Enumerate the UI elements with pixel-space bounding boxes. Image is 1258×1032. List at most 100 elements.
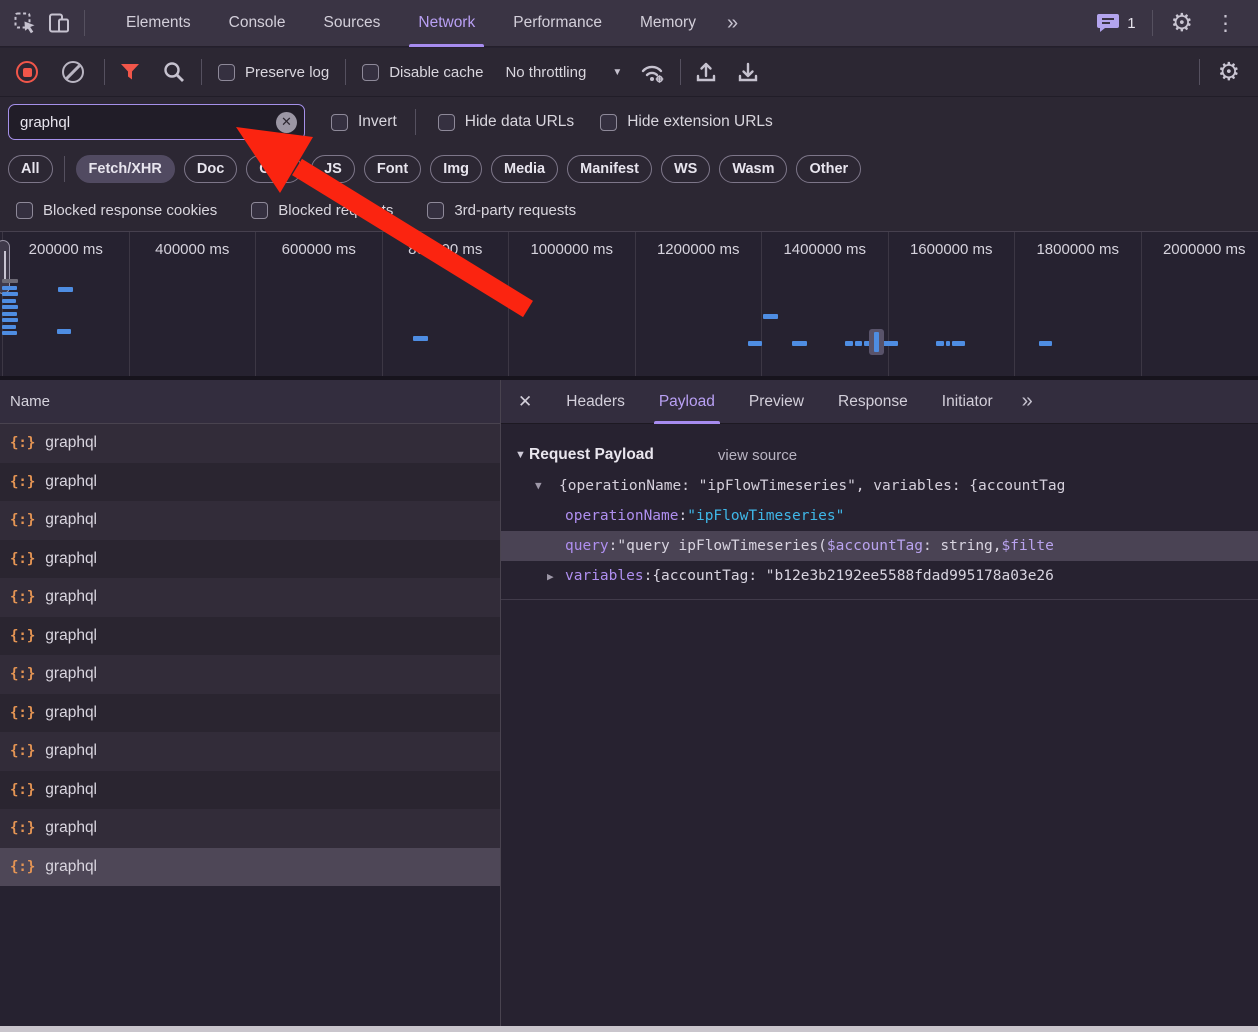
request-row[interactable]: {:}graphql: [0, 463, 500, 502]
hide-data-urls-checkbox[interactable]: [438, 114, 455, 131]
inspect-element-icon[interactable]: [8, 6, 42, 40]
details-tab-payload[interactable]: Payload: [642, 380, 732, 424]
details-tab-preview[interactable]: Preview: [732, 380, 821, 424]
network-overview-timeline[interactable]: 200000 ms400000 ms600000 ms800000 ms1000…: [0, 232, 1258, 380]
settings-gear-icon[interactable]: ⚙: [1161, 11, 1203, 36]
throttling-select[interactable]: No throttling ▼: [505, 64, 622, 81]
payload-view: ▼ Request Payload view source ▼ {operati…: [501, 424, 1258, 600]
details-tab-headers[interactable]: Headers: [549, 380, 642, 424]
payload-key: query: [565, 538, 609, 554]
type-filter-font[interactable]: Font: [364, 155, 421, 183]
view-source-link[interactable]: view source: [718, 447, 797, 464]
tab-elements[interactable]: Elements: [107, 0, 210, 47]
payload-line-variables[interactable]: ▶variables: {accountTag: "b12e3b2192ee55…: [501, 561, 1258, 591]
hide-extension-urls-checkbox[interactable]: [600, 114, 617, 131]
type-filter-all[interactable]: All: [8, 155, 53, 183]
3rd-party-requests-checkbox[interactable]: [427, 202, 444, 219]
record-network-log-button[interactable]: [16, 61, 38, 83]
request-name: graphql: [45, 742, 97, 760]
tab-memory[interactable]: Memory: [621, 0, 715, 47]
main-split: Name {:}graphql{:}graphql{:}graphql{:}gr…: [0, 380, 1258, 1026]
timeline-bar: [855, 341, 862, 346]
blocked-response-cookies-label: Blocked response cookies: [43, 202, 217, 219]
timeline-bar: [2, 318, 18, 322]
collapse-icon[interactable]: ▼: [535, 479, 559, 492]
tab-sources[interactable]: Sources: [305, 0, 400, 47]
type-filter-doc[interactable]: Doc: [184, 155, 237, 183]
details-tabs: HeadersPayloadPreviewResponseInitiator: [549, 380, 1009, 424]
type-filter-manifest[interactable]: Manifest: [567, 155, 652, 183]
issues-count: 1: [1127, 15, 1135, 32]
type-filter-img[interactable]: Img: [430, 155, 482, 183]
fetch-xhr-icon: {:}: [10, 859, 35, 875]
kebab-menu-icon[interactable]: ⋮: [1203, 11, 1248, 36]
export-har-icon[interactable]: [731, 55, 765, 89]
fetch-xhr-icon: {:}: [10, 820, 35, 836]
search-icon[interactable]: [157, 55, 191, 89]
import-har-icon[interactable]: [689, 55, 723, 89]
blocked-requests-checkbox[interactable]: [251, 202, 268, 219]
type-filter-css[interactable]: CSS: [246, 155, 302, 183]
request-row[interactable]: {:}graphql: [0, 655, 500, 694]
divider: [680, 59, 681, 85]
payload-root-summary[interactable]: ▼ {operationName: "ipFlowTimeseries", va…: [501, 470, 1258, 501]
type-filter-ws[interactable]: WS: [661, 155, 710, 183]
device-toolbar-icon[interactable]: [42, 6, 76, 40]
devtools-tabbar: ElementsConsoleSourcesNetworkPerformance…: [0, 0, 1258, 47]
request-row[interactable]: {:}graphql: [0, 848, 500, 887]
type-filter-wasm[interactable]: Wasm: [719, 155, 787, 183]
payload-key: variables: [565, 568, 644, 584]
section-collapse-icon[interactable]: ▼: [515, 449, 529, 461]
request-payload-section[interactable]: ▼ Request Payload view source: [501, 440, 1258, 470]
details-tab-initiator[interactable]: Initiator: [925, 380, 1010, 424]
timeline-bar: [2, 286, 17, 290]
fetch-xhr-icon: {:}: [10, 551, 35, 567]
network-conditions-icon[interactable]: [636, 55, 670, 89]
payload-line-query[interactable]: query: "query ipFlowTimeseries($accountT…: [501, 531, 1258, 561]
request-row[interactable]: {:}graphql: [0, 501, 500, 540]
request-row[interactable]: {:}graphql: [0, 617, 500, 656]
request-row[interactable]: {:}graphql: [0, 424, 500, 463]
request-payload-title: Request Payload: [529, 446, 654, 464]
expand-icon[interactable]: ▶: [547, 570, 565, 583]
request-row[interactable]: {:}graphql: [0, 771, 500, 810]
tab-network[interactable]: Network: [399, 0, 494, 47]
network-settings-gear-icon[interactable]: ⚙: [1208, 60, 1250, 85]
network-toolbar: Preserve log Disable cache No throttling…: [0, 48, 1258, 97]
requests-panel: Name {:}graphql{:}graphql{:}graphql{:}gr…: [0, 380, 501, 1026]
option-3rd-party-requests: 3rd-party requests: [427, 202, 580, 219]
type-filter-other[interactable]: Other: [796, 155, 861, 183]
tab-console[interactable]: Console: [210, 0, 305, 47]
timeline-grid: 200000 ms400000 ms600000 ms800000 ms1000…: [2, 232, 1258, 376]
issues-button[interactable]: 1: [1088, 12, 1143, 34]
request-row[interactable]: {:}graphql: [0, 732, 500, 771]
close-details-icon[interactable]: ✕: [501, 392, 549, 412]
timeline-bar: [2, 305, 18, 309]
timeline-bar: [57, 329, 71, 334]
request-row[interactable]: {:}graphql: [0, 809, 500, 848]
filter-input[interactable]: graphql ✕: [8, 104, 305, 140]
blocked-response-cookies-checkbox[interactable]: [16, 202, 33, 219]
type-filter-media[interactable]: Media: [491, 155, 558, 183]
request-row[interactable]: {:}graphql: [0, 540, 500, 579]
name-column-header[interactable]: Name: [0, 380, 500, 424]
payload-value-segment: : string,: [923, 538, 1002, 554]
preserve-log-checkbox[interactable]: [218, 64, 235, 81]
clear-network-log-button[interactable]: [62, 61, 84, 83]
request-row[interactable]: {:}graphql: [0, 578, 500, 617]
option-blocked-response-cookies: Blocked response cookies: [16, 202, 221, 219]
request-details-panel: ✕ HeadersPayloadPreviewResponseInitiator…: [501, 380, 1258, 1026]
details-tab-response[interactable]: Response: [821, 380, 925, 424]
timeline-tick: 1800000 ms: [1014, 232, 1141, 376]
invert-checkbox[interactable]: [331, 114, 348, 131]
type-filter-fetch-xhr[interactable]: Fetch/XHR: [76, 155, 175, 183]
request-row[interactable]: {:}graphql: [0, 694, 500, 733]
clear-filter-icon[interactable]: ✕: [276, 112, 297, 133]
payload-line-operationname[interactable]: operationName: "ipFlowTimeseries": [501, 501, 1258, 531]
details-more-tabs-icon[interactable]: »: [1010, 390, 1043, 413]
type-filter-js[interactable]: JS: [311, 155, 355, 183]
tab-performance[interactable]: Performance: [494, 0, 621, 47]
filter-funnel-icon[interactable]: [113, 55, 147, 89]
more-tabs-icon[interactable]: »: [715, 12, 748, 35]
disable-cache-checkbox[interactable]: [362, 64, 379, 81]
